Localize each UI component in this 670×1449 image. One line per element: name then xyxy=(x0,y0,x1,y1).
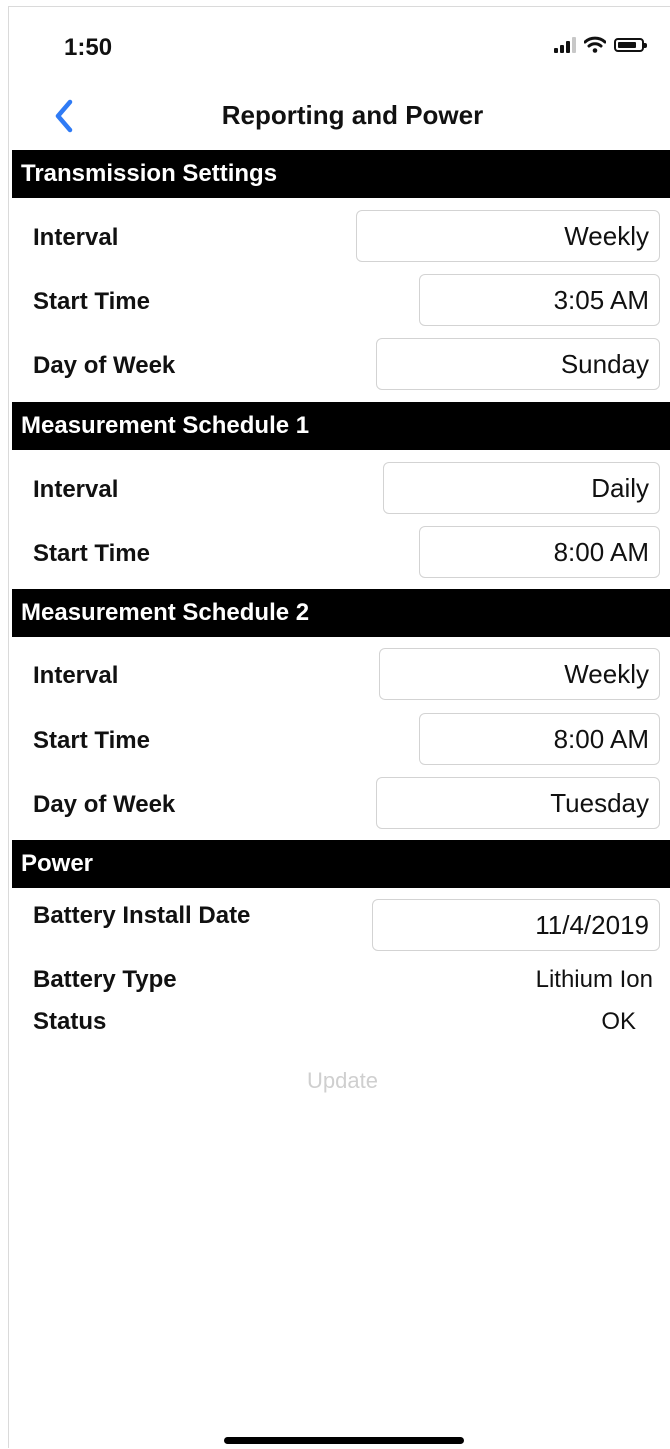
schedule2-interval-field[interactable]: Weekly xyxy=(379,648,660,700)
battery-install-date-label: Battery Install Date xyxy=(33,902,251,929)
transmission-start-time-field[interactable]: 3:05 AM xyxy=(419,274,660,326)
schedule2-day-of-week-field[interactable]: Tuesday xyxy=(376,777,660,829)
transmission-day-of-week-field[interactable]: Sunday xyxy=(376,338,660,390)
schedule2-start-time-field[interactable]: 8:00 AM xyxy=(419,713,660,765)
transmission-day-of-week-label: Day of Week xyxy=(33,352,176,379)
schedule1-start-time-label: Start Time xyxy=(33,540,150,567)
update-button[interactable]: Update xyxy=(0,1068,670,1094)
wifi-icon xyxy=(584,36,606,53)
section-header-measurement-schedule-1: Measurement Schedule 1 xyxy=(12,402,670,450)
page-title: Reporting and Power xyxy=(221,100,484,130)
section-header-measurement-schedule-2: Measurement Schedule 2 xyxy=(12,589,670,637)
battery-install-date-field[interactable]: 11/4/2019 xyxy=(372,899,660,951)
schedule1-interval-label: Interval xyxy=(33,476,119,503)
transmission-interval-field[interactable]: Weekly xyxy=(356,210,660,262)
status-time: 1:50 xyxy=(64,34,113,61)
transmission-interval-label: Interval xyxy=(33,224,119,251)
home-indicator[interactable] xyxy=(224,1437,464,1444)
schedule1-start-time-field[interactable]: 8:00 AM xyxy=(419,526,660,578)
schedule2-start-time-label: Start Time xyxy=(33,727,150,754)
battery-icon xyxy=(614,37,647,52)
battery-type-label: Battery Type xyxy=(33,966,177,993)
transmission-start-time-label: Start Time xyxy=(33,288,150,315)
battery-status-label: Status xyxy=(33,1008,107,1035)
battery-status-value: OK xyxy=(601,1008,636,1035)
schedule2-day-of-week-label: Day of Week xyxy=(33,791,176,818)
section-header-transmission-settings: Transmission Settings xyxy=(12,150,670,198)
schedule2-interval-label: Interval xyxy=(33,662,119,689)
cellular-signal-icon xyxy=(554,36,576,53)
section-header-power: Power xyxy=(12,840,670,888)
status-icons xyxy=(554,36,647,53)
battery-type-value: Lithium Ion xyxy=(535,966,653,993)
schedule1-interval-field[interactable]: Daily xyxy=(383,462,660,514)
